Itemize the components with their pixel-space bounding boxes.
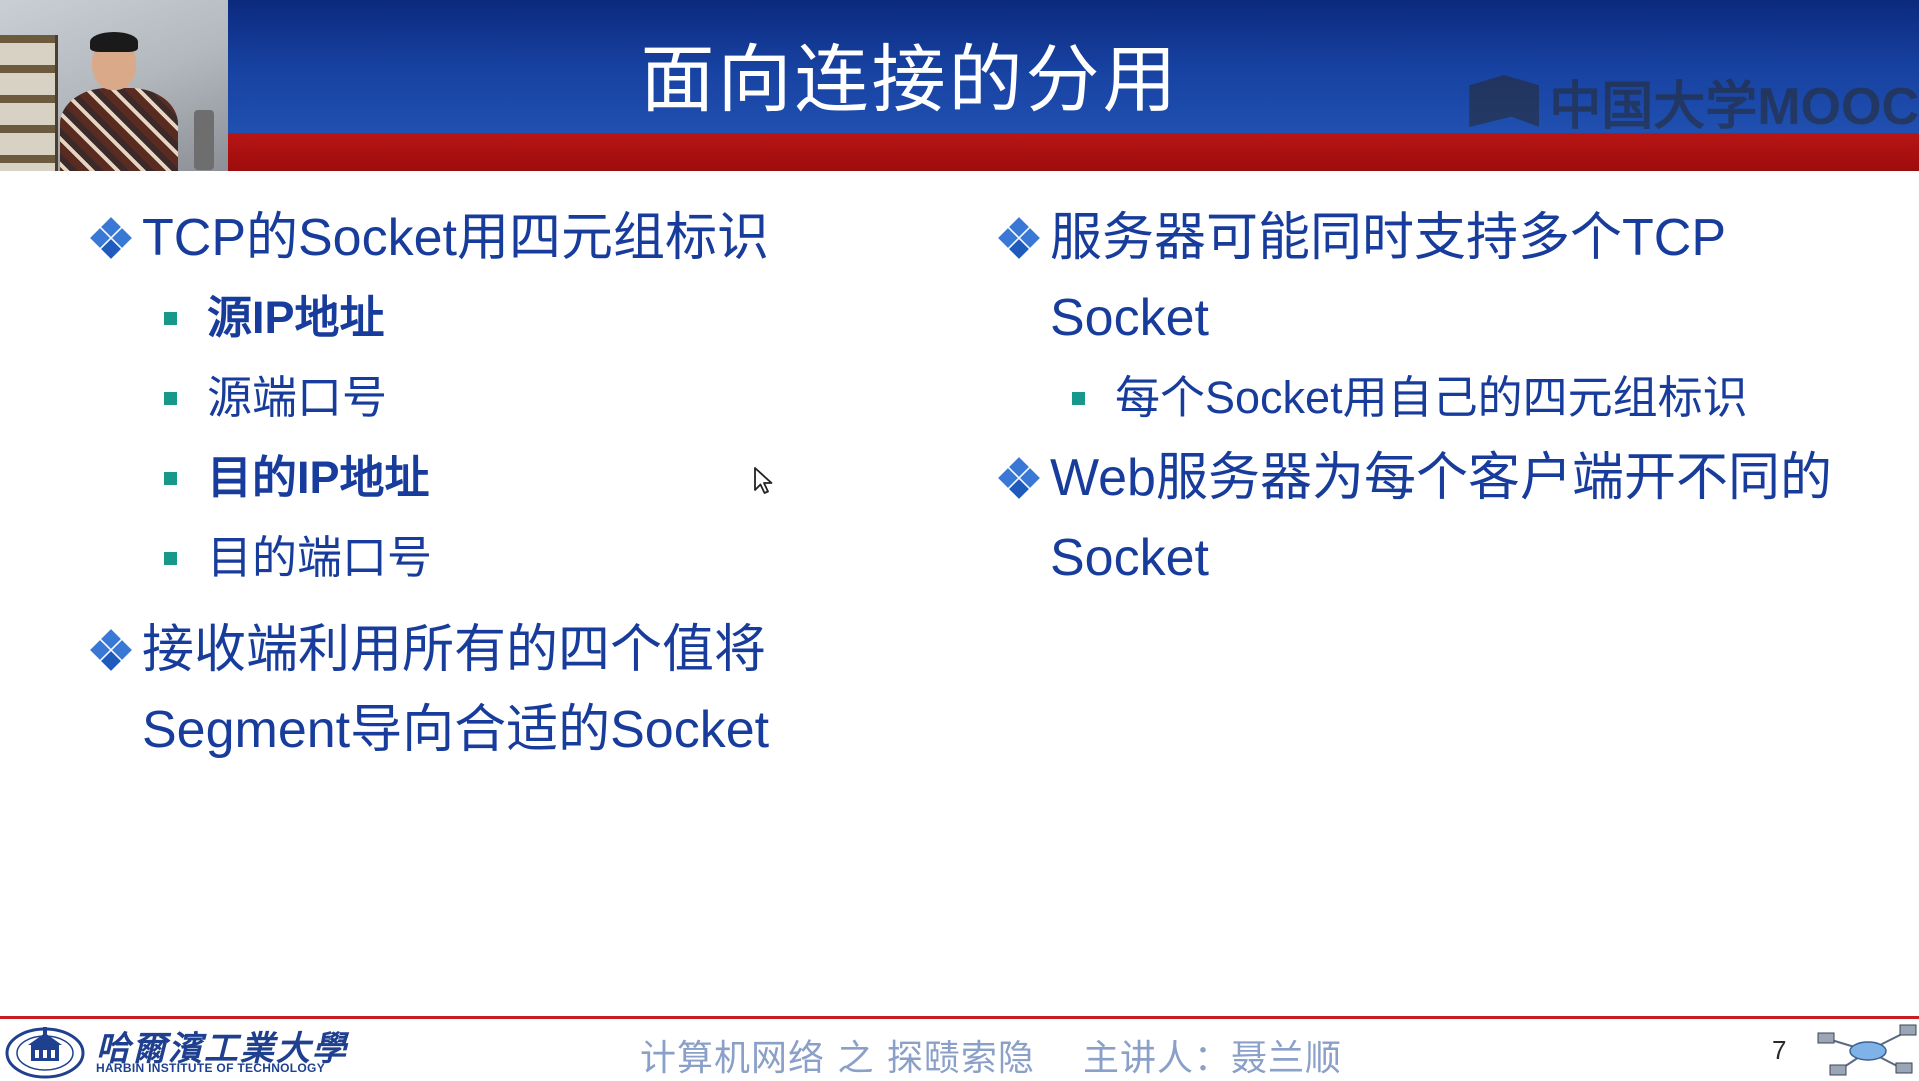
- bullet-text: 接收端利用所有的四个值将Segment导向合适的Socket: [142, 621, 770, 759]
- university-name-en: HARBIN INSTITUTE OF TECHNOLOGY: [96, 1061, 325, 1075]
- square-bullet-icon: [164, 391, 177, 405]
- slide-viewport: 面向连接的分用 中国大学MOOC TCP的Socket用四元组标识 源IP地址 …: [0, 0, 1919, 1081]
- subbullet-text: 目的IP地址: [207, 452, 430, 503]
- mouse-pointer-icon: [754, 467, 773, 494]
- subbullet-own-4tuple: 每个Socket用自己的四元组标识: [1000, 358, 1860, 438]
- mooc-watermark-text: 中国大学MOOC: [1549, 77, 1919, 136]
- mooc-watermark: 中国大学MOOC: [1469, 70, 1919, 136]
- webcam-bottle: [194, 110, 214, 170]
- subbullet-text: 目的端口号: [207, 532, 433, 583]
- webcam-lecturer-body: [60, 88, 178, 171]
- slide-title: 面向连接的分用: [640, 37, 1180, 123]
- lecturer-name: 主讲人：聂兰顺: [1083, 1038, 1343, 1079]
- bullet-web-server-socket: Web服务器为每个客户端开不同的Socket: [998, 438, 1860, 598]
- page-number: 7: [1772, 1035, 1787, 1065]
- square-bullet-icon: [164, 551, 177, 565]
- right-column: 服务器可能同时支持多个TCP Socket 每个Socket用自己的四元组标识 …: [998, 198, 1860, 598]
- square-bullet-icon: [164, 311, 177, 325]
- course-name: 计算机网络 之 探赜索隐: [640, 1038, 1035, 1079]
- webcam-lecturer-hair: [90, 32, 138, 52]
- slide-footer: 哈爾濱工業大學 HARBIN INSTITUTE OF TECHNOLOGY 计…: [0, 1019, 1919, 1081]
- diamond-bullet-icon: [90, 217, 132, 259]
- webcam-bookshelf: [0, 35, 58, 171]
- slide-header: 面向连接的分用 中国大学MOOC: [0, 0, 1919, 171]
- header-red-band: [0, 133, 1919, 171]
- bullet-receiver-demux: 接收端利用所有的四个值将Segment导向合适的Socket: [90, 610, 892, 770]
- bullet-tcp-socket-4tuple: TCP的Socket用四元组标识: [90, 198, 892, 278]
- diamond-bullet-icon: [998, 457, 1040, 499]
- subbullet-text: 每个Socket用自己的四元组标识: [1115, 372, 1748, 423]
- subbullet-text: 源IP地址: [207, 292, 385, 343]
- network-decoration-icon: [1817, 1024, 1917, 1076]
- diamond-bullet-icon: [998, 217, 1040, 259]
- square-bullet-icon: [164, 471, 177, 485]
- mooc-logo-icon: [1469, 75, 1540, 127]
- subbullet-text: 源端口号: [207, 372, 388, 423]
- subbullet-source-port: 源端口号: [92, 358, 892, 438]
- subbullet-dest-port: 目的端口号: [92, 518, 892, 598]
- bullet-text: 服务器可能同时支持多个TCP Socket: [1050, 209, 1726, 347]
- square-bullet-icon: [1072, 391, 1085, 405]
- subbullet-source-ip: 源IP地址: [92, 278, 892, 358]
- bullet-text: TCP的Socket用四元组标识: [142, 209, 769, 267]
- lecturer-webcam-video: [0, 0, 228, 171]
- bullet-server-multi-socket: 服务器可能同时支持多个TCP Socket: [998, 198, 1860, 358]
- diamond-bullet-icon: [90, 629, 132, 671]
- bullet-text: Web服务器为每个客户端开不同的Socket: [1050, 449, 1832, 587]
- hit-emblem-icon: [5, 1027, 85, 1079]
